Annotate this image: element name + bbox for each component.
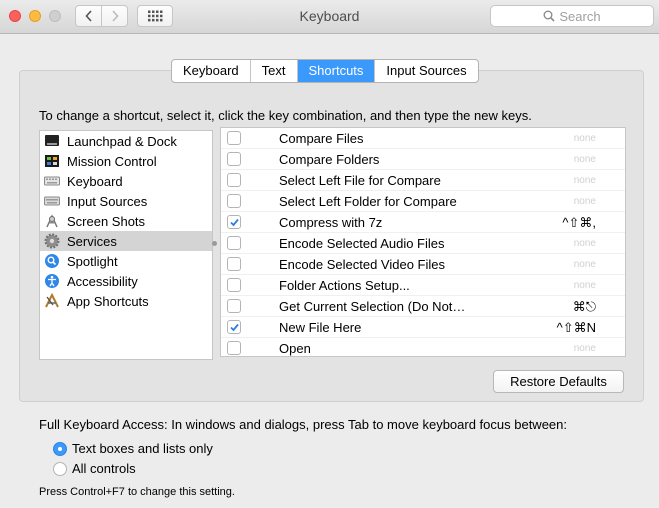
mission-control-icon [45, 155, 59, 167]
shortcut-row[interactable]: New File Here ^⇧⌘N [221, 317, 625, 338]
search-placeholder: Search [559, 8, 601, 24]
shortcut-name: Get Current Selection (Do Not… [279, 299, 466, 314]
instructions-text: To change a shortcut, select it, click t… [39, 108, 532, 123]
radio-button-selected[interactable] [53, 441, 67, 456]
shortcut-checkbox[interactable] [227, 215, 241, 229]
tab-bar: Keyboard Text Shortcuts Input Sources [171, 59, 479, 83]
shortcut-key[interactable]: none [574, 154, 596, 165]
category-label: Launchpad & Dock [67, 133, 177, 149]
shortcut-row[interactable]: Encode Selected Video Files none [221, 254, 625, 275]
shortcut-row[interactable]: Folder Actions Setup... none [221, 275, 625, 296]
category-item[interactable]: Input Sources [40, 191, 212, 211]
shortcut-key[interactable]: none [574, 343, 596, 354]
shortcut-row[interactable]: Select Left File for Compare none [221, 170, 625, 191]
shortcut-row[interactable]: Compare Folders none [221, 149, 625, 170]
full-keyboard-access-label: Full Keyboard Access: In windows and dia… [39, 417, 567, 432]
shortcut-key[interactable]: none [574, 280, 596, 291]
shortcut-list[interactable]: Compare Files none Compare Folders none … [220, 127, 626, 357]
shortcut-name: Select Left Folder for Compare [279, 194, 457, 209]
checkmark-icon [230, 218, 239, 227]
tab-text[interactable]: Text [249, 60, 297, 82]
shortcut-checkbox[interactable] [227, 236, 241, 250]
spotlight-icon [45, 254, 59, 268]
shortcut-name: Select Left File for Compare [279, 173, 441, 188]
shortcut-key[interactable]: ^⇧⌘, [562, 215, 596, 231]
app-shortcuts-icon [45, 293, 59, 308]
search-field[interactable]: Search [490, 5, 654, 27]
accessibility-icon [45, 274, 59, 288]
shortcut-name: Encode Selected Audio Files [279, 236, 445, 251]
radio-text-boxes-lists[interactable]: Text boxes and lists only [53, 441, 213, 456]
launchpad-icon [45, 135, 59, 146]
category-label: Input Sources [67, 193, 148, 209]
shortcut-row[interactable]: Open none [221, 338, 625, 356]
shortcut-key[interactable]: none [574, 259, 596, 270]
category-item[interactable]: Keyboard [40, 171, 212, 191]
shortcut-checkbox[interactable] [227, 152, 241, 166]
tab-input-sources[interactable]: Input Sources [374, 60, 477, 82]
category-label: Accessibility [67, 273, 138, 289]
shortcut-checkbox[interactable] [227, 173, 241, 187]
splitter-handle[interactable] [212, 241, 217, 246]
category-item[interactable]: Launchpad & Dock [40, 131, 212, 151]
shortcut-key[interactable]: none [574, 196, 596, 207]
category-list[interactable]: Launchpad & Dock Mission Control Keyboar… [39, 130, 213, 360]
shortcut-name: Folder Actions Setup... [279, 278, 410, 293]
shortcut-key[interactable]: ⌘⎋ [573, 299, 596, 315]
tab-shortcuts[interactable]: Shortcuts [296, 60, 375, 82]
screenshot-icon [46, 214, 58, 228]
category-item[interactable]: Services [40, 231, 212, 251]
radio-button[interactable] [53, 461, 67, 476]
category-item[interactable]: Screen Shots [40, 211, 212, 231]
category-label: Services [67, 233, 117, 249]
input-sources-icon [44, 196, 60, 206]
shortcut-checkbox[interactable] [227, 278, 241, 292]
category-item[interactable]: App Shortcuts [40, 291, 212, 311]
shortcut-checkbox[interactable] [227, 257, 241, 271]
shortcut-name: Compare Files [279, 131, 364, 146]
category-label: Mission Control [67, 153, 157, 169]
shortcut-name: Open [279, 341, 311, 356]
shortcut-row[interactable]: Compress with 7z ^⇧⌘, [221, 212, 625, 233]
category-item[interactable]: Accessibility [40, 271, 212, 291]
tab-keyboard[interactable]: Keyboard [172, 60, 250, 82]
shortcut-name: Encode Selected Video Files [279, 257, 445, 272]
category-label: Screen Shots [67, 213, 146, 229]
restore-defaults-button[interactable]: Restore Defaults [493, 370, 624, 393]
shortcut-checkbox[interactable] [227, 194, 241, 208]
category-label: App Shortcuts [67, 293, 149, 309]
shortcut-checkbox[interactable] [227, 131, 241, 145]
category-label: Keyboard [67, 173, 123, 189]
checkmark-icon [230, 323, 239, 332]
services-gear-icon [44, 233, 60, 249]
shortcut-checkbox[interactable] [227, 320, 241, 334]
shortcut-checkbox[interactable] [227, 341, 241, 355]
category-item[interactable]: Spotlight [40, 251, 212, 271]
search-icon [543, 10, 555, 22]
shortcut-key[interactable]: none [574, 133, 596, 144]
shortcut-checkbox[interactable] [227, 299, 241, 313]
keyboard-icon [44, 176, 60, 186]
radio-label: Text boxes and lists only [72, 441, 213, 456]
shortcut-row[interactable]: Get Current Selection (Do Not… ⌘⎋ [221, 296, 625, 317]
shortcut-name: Compress with 7z [279, 215, 383, 230]
shortcut-row[interactable]: Encode Selected Audio Files none [221, 233, 625, 254]
shortcut-key[interactable]: none [574, 238, 596, 249]
shortcut-name: New File Here [279, 320, 362, 335]
category-label: Spotlight [67, 253, 118, 269]
radio-label: All controls [72, 461, 136, 476]
shortcut-name: Compare Folders [279, 152, 380, 167]
shortcut-key[interactable]: none [574, 175, 596, 186]
hint-text: Press Control+F7 to change this setting. [39, 486, 235, 498]
shortcut-row[interactable]: Compare Files none [221, 128, 625, 149]
title-bar: Keyboard Search [0, 0, 659, 34]
radio-all-controls[interactable]: All controls [53, 461, 136, 476]
shortcut-row[interactable]: Select Left Folder for Compare none [221, 191, 625, 212]
shortcut-key[interactable]: ^⇧⌘N [557, 320, 596, 336]
category-item[interactable]: Mission Control [40, 151, 212, 171]
